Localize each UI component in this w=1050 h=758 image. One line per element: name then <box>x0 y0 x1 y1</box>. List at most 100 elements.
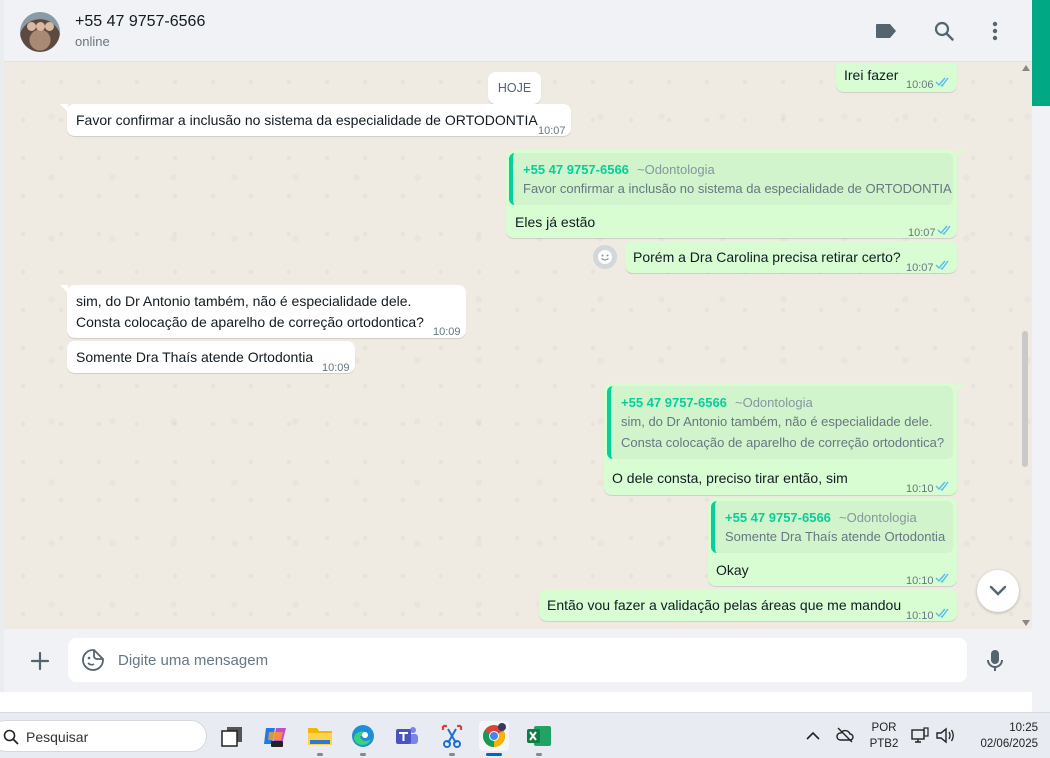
label-icon[interactable] <box>873 18 899 44</box>
snipping-tool-icon <box>441 724 463 748</box>
excel-app-button[interactable] <box>524 721 554 756</box>
message-bubble-incoming[interactable]: sim, do Dr Antonio também, não é especia… <box>67 285 466 338</box>
scroll-down-arrow-icon[interactable] <box>1022 620 1030 626</box>
app-running-indicator <box>536 753 542 756</box>
read-ticks-icon <box>935 77 949 87</box>
quoted-text-line: Consta colocação de aparelho de correção… <box>621 435 945 450</box>
message-text-line: Consta colocação de aparelho de correção… <box>76 314 424 330</box>
edge-app-button[interactable] <box>348 721 378 756</box>
message-text: Porém a Dra Carolina precisa retirar cer… <box>633 249 901 265</box>
keyboard-layout: PTB2 <box>869 738 899 750</box>
quoted-text: Favor confirmar a inclusão no sistema da… <box>523 181 952 196</box>
scroll-up-arrow-icon[interactable] <box>1022 65 1030 71</box>
avatar-face <box>36 22 45 31</box>
message-text: Eles já estão <box>515 214 596 230</box>
network-icon[interactable] <box>911 727 929 744</box>
message-time: 10:07 <box>538 125 566 137</box>
quoted-group: ~Odontologia <box>637 162 715 177</box>
message-text: Então vou fazer a validação pelas áreas … <box>547 597 902 613</box>
read-ticks-icon <box>935 573 949 583</box>
message-text: Irei fazer <box>844 67 899 83</box>
clock-date: 02/06/2025 <box>980 738 1038 750</box>
chat-header[interactable]: +55 47 9757-6566 online <box>4 0 1032 62</box>
file-explorer-app-button[interactable] <box>305 721 335 756</box>
quoted-sender: +55 47 9757-6566 <box>523 162 629 177</box>
app-running-indicator <box>449 753 455 756</box>
teams-icon <box>396 727 418 744</box>
search-icon[interactable] <box>931 18 957 44</box>
volume-icon[interactable] <box>935 727 955 744</box>
message-text: Favor confirmar a inclusão no sistema da… <box>76 112 538 128</box>
quoted-message[interactable]: +55 47 9757-6566 ~Odontologia sim, do Dr… <box>607 386 953 459</box>
task-view-button[interactable] <box>217 721 247 751</box>
read-ticks-icon <box>935 260 949 270</box>
message-time: 10:07 <box>906 262 934 274</box>
quoted-group: ~Odontologia <box>839 510 917 525</box>
snipping-tool-app-button[interactable] <box>437 721 467 756</box>
chevron-down-icon <box>989 585 1007 596</box>
message-bubble-incoming[interactable]: Favor confirmar a inclusão no sistema da… <box>67 104 571 137</box>
message-text: Okay <box>716 562 749 578</box>
avatar-face <box>45 22 54 31</box>
message-bubble-incoming[interactable]: Somente Dra Thaís atende Ortodontia 10:0… <box>67 341 355 374</box>
task-view-icon <box>221 727 242 747</box>
copilot-icon <box>264 728 286 747</box>
message-bubble-outgoing[interactable]: +55 47 9757-6566 ~Odontologia Favor conf… <box>506 150 957 239</box>
scroll-thumb[interactable] <box>1022 331 1028 467</box>
contact-avatar[interactable] <box>20 12 60 52</box>
menu-icon[interactable] <box>982 18 1008 44</box>
microphone-icon <box>987 650 1003 671</box>
bubble-tail <box>957 150 965 158</box>
read-ticks-icon <box>935 608 949 618</box>
message-input[interactable] <box>118 638 948 682</box>
react-emoji-icon[interactable] <box>593 245 617 269</box>
message-time: 10:09 <box>322 362 350 374</box>
scroll-to-bottom-button[interactable] <box>977 570 1019 612</box>
message-input-box[interactable] <box>68 638 967 682</box>
language-code: POR <box>871 722 897 734</box>
copilot-app-button[interactable] <box>261 721 291 751</box>
window-side-background <box>1032 106 1050 712</box>
message-time: 10:06 <box>906 79 934 91</box>
contact-name[interactable]: +55 47 9757-6566 <box>75 13 205 31</box>
message-text: Somente Dra Thaís atende Ortodontia <box>76 349 314 365</box>
message-bubble-outgoing[interactable]: +55 47 9757-6566 ~Odontologia Somente Dr… <box>708 498 957 587</box>
voice-message-button[interactable] <box>982 647 1008 675</box>
chrome-app-button[interactable] <box>479 721 509 756</box>
message-bubble-outgoing[interactable]: +55 47 9757-6566 ~Odontologia sim, do Dr… <box>604 383 957 495</box>
sticker-icon[interactable] <box>81 648 105 672</box>
excel-icon <box>527 726 551 746</box>
read-ticks-icon <box>935 481 949 491</box>
app-running-indicator <box>317 753 323 756</box>
message-text: O dele consta, preciso tirar então, sim <box>612 470 848 486</box>
quoted-sender: +55 47 9757-6566 <box>725 510 831 525</box>
message-time: 10:09 <box>433 326 461 338</box>
teams-app-button[interactable] <box>392 721 422 751</box>
message-text-line: sim, do Dr Antonio também, não é especia… <box>76 293 412 309</box>
message-time: 10:10 <box>906 575 934 587</box>
compose-bar <box>4 629 1032 692</box>
message-time: 10:10 <box>906 483 934 495</box>
taskbar-search-label: Pesquisar <box>26 729 89 745</box>
chat-scrollbar[interactable] <box>1020 63 1032 629</box>
message-bubble-outgoing[interactable]: Porém a Dra Carolina precisa retirar cer… <box>625 241 957 274</box>
read-ticks-icon <box>937 225 951 235</box>
avatar-face <box>27 22 36 31</box>
chevron-up-icon[interactable] <box>806 731 820 740</box>
app-active-indicator <box>486 753 502 756</box>
bubble-tail <box>957 383 965 391</box>
attach-button[interactable] <box>26 647 54 675</box>
edge-icon <box>352 725 374 747</box>
onedrive-offline-icon[interactable] <box>836 727 854 743</box>
message-time: 10:07 <box>908 227 936 239</box>
message-bubble-outgoing[interactable]: Irei fazer 10:06 <box>836 63 957 92</box>
message-bubble-outgoing[interactable]: Então vou fazer a validação pelas áreas … <box>539 589 957 622</box>
quoted-message[interactable]: +55 47 9757-6566 ~Odontologia Favor conf… <box>509 153 953 205</box>
quoted-message[interactable]: +55 47 9757-6566 ~Odontologia Somente Dr… <box>711 501 953 553</box>
message-list[interactable]: Irei fazer 10:06 HOJE Favor confirmar a … <box>4 63 1032 629</box>
input-language-indicator[interactable]: POR PTB2 <box>866 720 902 752</box>
clock[interactable]: 10:25 02/06/2025 <box>964 720 1038 752</box>
date-divider: HOJE <box>488 72 541 104</box>
taskbar-search[interactable]: Pesquisar <box>0 720 207 752</box>
windows-taskbar: Pesquisar POR PTB2 10:25 02/06/2025 <box>0 712 1050 758</box>
